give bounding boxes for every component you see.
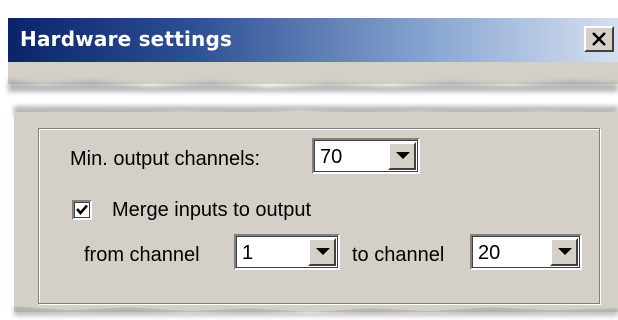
to-channel-select[interactable]: 20 [470, 234, 582, 270]
window-title: Hardware settings [20, 27, 233, 51]
chevron-down-icon [316, 248, 330, 255]
to-channel-label: to channel [352, 244, 445, 266]
min-output-dropdown-button[interactable] [388, 142, 416, 170]
chevron-down-icon [558, 248, 572, 255]
to-channel-value: 20 [478, 242, 501, 264]
merge-inputs-label: Merge inputs to output [112, 199, 312, 221]
from-channel-select[interactable]: 1 [234, 234, 340, 270]
from-channel-value: 1 [242, 242, 254, 264]
from-channel-dropdown-button[interactable] [308, 238, 336, 266]
min-output-channels-label: Min. output channels: [70, 148, 261, 170]
to-channel-dropdown-button[interactable] [550, 238, 578, 266]
from-channel-label: from channel [84, 244, 200, 266]
hardware-settings-window: Hardware settings Min. output channels: … [0, 0, 618, 320]
min-output-channels-value: 70 [320, 146, 343, 168]
close-icon [592, 32, 606, 46]
chevron-down-icon [396, 152, 410, 159]
merge-inputs-checkbox[interactable] [72, 200, 92, 220]
checkmark-icon [76, 204, 88, 215]
close-button[interactable] [584, 26, 614, 52]
title-bar[interactable]: Hardware settings [8, 18, 618, 62]
min-output-channels-select[interactable]: 70 [312, 138, 420, 174]
